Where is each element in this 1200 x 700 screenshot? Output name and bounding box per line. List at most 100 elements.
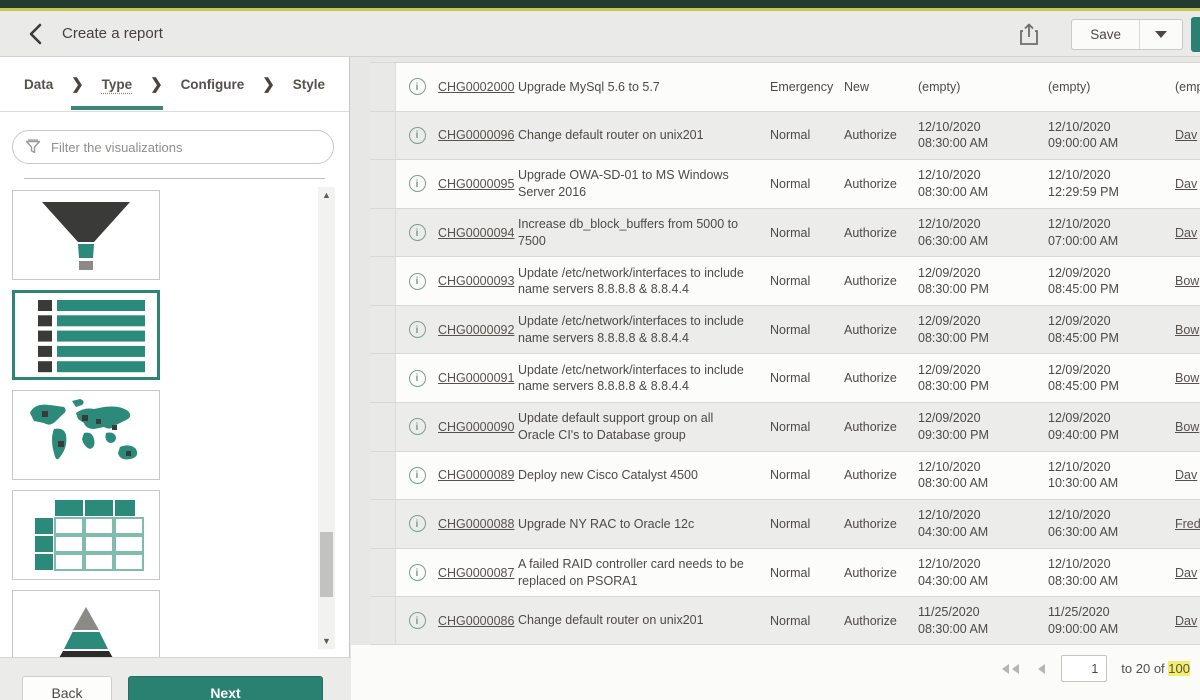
- table-row: iCHG0000087A failed RAID controller card…: [370, 548, 1200, 597]
- first-page-icon[interactable]: [999, 663, 1021, 675]
- short-description-cell: Deploy new Cisco Catalyst 4500: [518, 467, 762, 484]
- scroll-up-icon[interactable]: ▲: [318, 187, 335, 203]
- scrollbar-thumb[interactable]: [320, 532, 333, 597]
- pyramid-icon: [24, 603, 148, 657]
- record-link[interactable]: CHG0000090: [438, 420, 514, 434]
- state-cell: New: [836, 80, 914, 94]
- viz-scrollbar[interactable]: ▲ ▼: [318, 187, 335, 649]
- info-icon[interactable]: i: [409, 273, 426, 290]
- info-icon[interactable]: i: [409, 467, 426, 484]
- info-icon[interactable]: i: [409, 224, 426, 241]
- end-date-cell: 12/10/2020 07:00:00 AM: [1044, 216, 1171, 249]
- assigned-link[interactable]: Dav: [1175, 128, 1197, 142]
- priority-cell: Normal: [762, 614, 836, 628]
- table-row: i CHG0000089 Deploy new Cisco Catalyst 450…: [370, 451, 1200, 500]
- state-cell: Authorize: [836, 177, 914, 191]
- viz-thumb-grid-table[interactable]: [12, 490, 160, 580]
- info-icon[interactable]: i: [409, 127, 426, 144]
- row-lead-cell: [370, 112, 396, 160]
- report-wizard-panel: Data❯Type❯Configure❯Style: [0, 57, 350, 657]
- info-icon[interactable]: i: [409, 515, 426, 532]
- wizard-step-data[interactable]: Data: [24, 59, 53, 110]
- page-number-input[interactable]: [1061, 655, 1107, 682]
- assigned-link[interactable]: Dav: [1175, 177, 1197, 191]
- visualization-filter: [12, 130, 334, 164]
- assigned-link[interactable]: Dav: [1175, 614, 1197, 628]
- assigned-link[interactable]: Dav: [1175, 468, 1197, 482]
- priority-cell: Normal: [762, 274, 836, 288]
- assigned-link[interactable]: Bow: [1175, 274, 1199, 288]
- short-description-cell: Upgrade OWA-SD-01 to MS Windows Server 2…: [518, 167, 762, 200]
- table-row: iCHG0000094Increase db_block_buffers fro…: [370, 208, 1200, 257]
- info-cell: i: [396, 467, 438, 484]
- number-cell: CHG0000091: [438, 371, 518, 385]
- info-icon[interactable]: i: [409, 370, 426, 387]
- viz-thumb-bar-list[interactable]: [12, 290, 160, 380]
- grid-table-icon: [24, 494, 148, 576]
- scroll-down-icon[interactable]: ▼: [318, 633, 335, 649]
- short-description-cell: Update /etc/network/interfaces to includ…: [518, 362, 762, 395]
- record-link[interactable]: CHG0000086: [438, 614, 514, 628]
- assigned-to-cell: Dav: [1171, 226, 1200, 240]
- table-row: i CHG0000095 Upgrade OWA-SD-01 to MS Windo…: [370, 159, 1200, 208]
- back-icon[interactable]: [22, 21, 48, 47]
- record-link[interactable]: CHG0000089: [438, 468, 514, 482]
- table-row: iCHG0002000Upgrade MySql 5.6 to 5.7Emerg…: [370, 62, 1200, 111]
- record-link[interactable]: CHG0000096: [438, 128, 514, 142]
- start-date-cell: 12/10/2020 04:30:00 AM: [914, 507, 1044, 540]
- assigned-link[interactable]: Bow: [1175, 371, 1199, 385]
- back-button[interactable]: Back: [22, 676, 112, 700]
- record-link[interactable]: CHG0000091: [438, 371, 514, 385]
- assigned-link[interactable]: Dav: [1175, 226, 1197, 240]
- record-link[interactable]: CHG0000092: [438, 323, 514, 337]
- record-link[interactable]: CHG0000093: [438, 274, 514, 288]
- info-icon[interactable]: i: [409, 175, 426, 192]
- assigned-to-cell: Dav: [1171, 177, 1200, 191]
- assigned-link[interactable]: Fred: [1175, 517, 1200, 531]
- assigned-link[interactable]: Bow: [1175, 420, 1199, 434]
- viz-thumb-pyramid[interactable]: [12, 590, 160, 657]
- record-link[interactable]: CHG0000094: [438, 226, 514, 240]
- priority-cell: Normal: [762, 128, 836, 142]
- info-icon[interactable]: i: [409, 321, 426, 338]
- info-icon[interactable]: i: [409, 612, 426, 629]
- info-cell: i: [396, 515, 438, 532]
- wizard-step-type[interactable]: Type: [102, 59, 133, 110]
- state-cell: Authorize: [836, 420, 914, 434]
- filter-funnel-icon: [25, 139, 41, 155]
- table-row: iCHG0000088Upgrade NY RAC to Oracle 12cN…: [370, 499, 1200, 548]
- assigned-link[interactable]: Dav: [1175, 566, 1197, 580]
- record-link[interactable]: CHG0000087: [438, 566, 514, 580]
- number-cell: CHG0000092: [438, 323, 518, 337]
- viz-thumb-funnel[interactable]: [12, 190, 160, 280]
- previous-page-icon[interactable]: [1035, 663, 1047, 675]
- record-link[interactable]: CHG0002000: [438, 80, 514, 94]
- end-date-cell: 11/25/2020 09:00:00 AM: [1044, 604, 1171, 637]
- number-cell: CHG0000090: [438, 420, 518, 434]
- filter-visualizations-input[interactable]: [51, 140, 321, 155]
- wizard-step-style[interactable]: Style: [293, 59, 325, 110]
- next-button[interactable]: Next: [128, 676, 323, 700]
- run-button-clipped[interactable]: [1191, 17, 1200, 52]
- viz-thumb-world-map[interactable]: [12, 390, 160, 480]
- number-cell: CHG0000089: [438, 468, 518, 482]
- end-date-cell: 12/10/2020 08:30:00 AM: [1044, 556, 1171, 589]
- info-icon[interactable]: i: [409, 78, 426, 95]
- info-icon[interactable]: i: [409, 564, 426, 581]
- short-description-cell: Upgrade NY RAC to Oracle 12c: [518, 516, 762, 533]
- row-lead-cell: [370, 354, 396, 402]
- short-description-cell: Update /etc/network/interfaces to includ…: [518, 265, 762, 298]
- record-link[interactable]: CHG0000088: [438, 517, 514, 531]
- priority-cell: Normal: [762, 226, 836, 240]
- share-icon[interactable]: [1019, 22, 1039, 46]
- save-menu-button[interactable]: [1140, 20, 1182, 49]
- assigned-to-cell: Bow: [1171, 371, 1200, 385]
- row-range-label: to 20 of 100: [1121, 661, 1190, 676]
- record-link[interactable]: CHG0000095: [438, 177, 514, 191]
- wizard-step-configure[interactable]: Configure: [181, 59, 245, 110]
- end-date-cell: 12/09/2020 09:40:00 PM: [1044, 410, 1171, 443]
- save-button[interactable]: Save: [1072, 20, 1140, 49]
- bar-list-icon: [24, 294, 148, 376]
- info-icon[interactable]: i: [409, 418, 426, 435]
- assigned-link[interactable]: Bow: [1175, 323, 1199, 337]
